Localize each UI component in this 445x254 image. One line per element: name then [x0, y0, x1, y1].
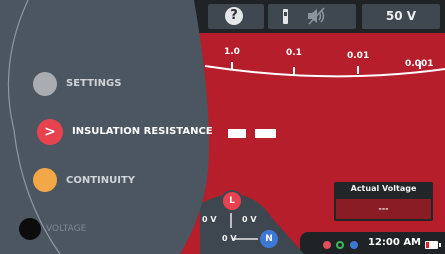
reading-placeholder-dash — [255, 129, 276, 138]
actual-voltage-value: --- — [336, 199, 431, 219]
scale-label: 0.1 — [286, 48, 302, 58]
meter-screen: ? 50 V 1.0 0.1 0.01 0.001 Actual Voltage — [0, 0, 445, 254]
bottom-status-bar: 12:00 AM — [300, 232, 445, 254]
battery-level — [426, 242, 429, 248]
probe-icon — [283, 9, 288, 24]
neutral-terminal-badge: N — [260, 230, 278, 248]
scale-label: 0.01 — [347, 51, 370, 61]
battery-low-icon — [425, 241, 438, 249]
settings-dot[interactable] — [33, 72, 57, 96]
green-indicator-icon — [336, 241, 344, 249]
test-voltage-label: 50 V — [385, 9, 417, 23]
red-indicator-icon — [323, 241, 331, 249]
blue-indicator-icon — [350, 241, 358, 249]
clock: 12:00 AM — [368, 237, 422, 248]
menu-item-settings[interactable]: SETTINGS — [66, 78, 121, 89]
probe-status-cell — [268, 4, 356, 29]
test-voltage-button[interactable]: 50 V — [362, 4, 440, 29]
chevron-right-icon[interactable]: > — [37, 119, 63, 145]
scale-label: 0.001 — [405, 59, 434, 69]
voltage-dot[interactable] — [19, 218, 41, 240]
continuity-dot[interactable] — [33, 168, 57, 192]
terminal-reading: 0 V — [242, 215, 257, 224]
menu-item-voltage[interactable]: VOLTAGE — [46, 224, 86, 234]
menu-item-continuity[interactable]: CONTINUITY — [66, 175, 135, 186]
menu-item-insulation-resistance[interactable]: INSULATION RESISTANCE — [72, 126, 213, 137]
actual-voltage-title: Actual Voltage — [350, 184, 417, 193]
mute-icon — [308, 7, 325, 25]
battery-tip — [439, 243, 441, 247]
actual-voltage-panel: Actual Voltage --- — [334, 182, 433, 221]
